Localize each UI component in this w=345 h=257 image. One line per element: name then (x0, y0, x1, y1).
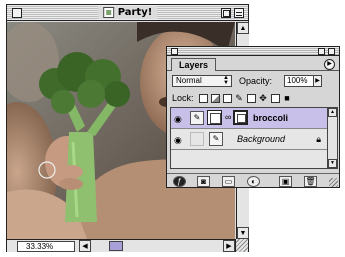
horizontal-scroll-thumb[interactable] (109, 241, 123, 251)
lock-options: Lock: ✎ ✥ ■ (172, 92, 292, 104)
document-horizontal-scrollbar[interactable]: ◀ ▶ (79, 240, 235, 253)
document-title-area: Party! (97, 6, 158, 19)
opacity-slider-arrow-icon[interactable]: ▶ (313, 75, 322, 87)
select-arrows-icon: ▲ ▼ (223, 75, 229, 86)
palette-close-icon[interactable] (171, 48, 178, 55)
document-proxy-icon[interactable] (102, 7, 114, 18)
padlock-icon: 🔒︎ (316, 134, 321, 144)
layer-thumbnail[interactable] (207, 110, 222, 125)
tab-layers[interactable]: Layers (171, 58, 217, 71)
lock-label: Lock: (172, 93, 194, 103)
zoom-level-field[interactable]: 33.33% (17, 241, 75, 252)
scroll-left-arrow-icon[interactable]: ◀ (79, 240, 91, 252)
opacity-label: Opacity: (239, 76, 273, 86)
paintbrush-icon[interactable]: ✎ (190, 111, 204, 125)
opacity-input[interactable]: 100% (284, 75, 314, 87)
document-titlebar[interactable]: Party! (7, 5, 248, 21)
trash-icon[interactable]: 🗑︎ (304, 176, 317, 187)
document-title: Party! (117, 7, 153, 18)
palette-zoom-icon[interactable] (318, 48, 325, 55)
paintbrush-icon: ✎ (209, 132, 223, 146)
scroll-down-arrow-icon[interactable]: ▼ (328, 159, 337, 168)
palette-collapse-icon[interactable] (328, 48, 335, 55)
layers-list[interactable]: ◉ ✎ ∞ broccoli ◉ ✎ Background 🔒︎ (170, 107, 328, 169)
blend-mode-value: Normal (176, 76, 202, 85)
document-status-bar: 33.33% ◀ ▶ (7, 239, 248, 252)
zoom-box-icon[interactable] (221, 8, 231, 18)
layer-name[interactable]: broccoli (253, 113, 288, 123)
lock-position-checkbox[interactable] (246, 93, 256, 103)
palette-titlebar[interactable] (167, 47, 339, 56)
eye-visibility-icon[interactable]: ◉ (174, 114, 182, 125)
scroll-down-arrow-icon[interactable]: ▼ (237, 227, 249, 239)
lock-transparency-checkbox[interactable] (198, 93, 208, 103)
layer-mask-thumbnail[interactable] (233, 110, 248, 125)
lock-transparency-icon (210, 93, 220, 103)
layers-palette: Layers ▶ Normal ▲ ▼ Opacity: 100% ▶ Lock:… (166, 46, 340, 188)
palette-tab-row: Layers ▶ (167, 56, 339, 71)
empty-link-slot[interactable] (190, 132, 204, 146)
resize-grip-icon[interactable] (235, 239, 248, 252)
padlock-icon: ■ (284, 92, 290, 103)
new-layer-icon[interactable]: ▣ (279, 176, 292, 187)
eye-visibility-icon[interactable]: ◉ (174, 135, 182, 146)
palette-menu-arrow-icon[interactable]: ▶ (324, 59, 335, 70)
close-box-icon[interactable] (12, 8, 22, 18)
palette-resize-grip-icon[interactable] (329, 178, 338, 187)
layers-scrollbar[interactable]: ▲ ▼ (328, 107, 338, 169)
lock-all-checkbox[interactable] (270, 93, 280, 103)
new-set-folder-icon[interactable]: ▭ (222, 176, 235, 187)
layer-style-icon[interactable]: ƒ (173, 176, 186, 187)
link-chain-icon[interactable]: ∞ (225, 112, 231, 122)
layer-row-broccoli[interactable]: ◉ ✎ ∞ broccoli (171, 108, 327, 129)
lock-image-checkbox[interactable] (222, 93, 232, 103)
add-mask-icon[interactable]: ◙ (197, 176, 210, 187)
scroll-right-arrow-icon[interactable]: ▶ (223, 240, 235, 252)
scroll-up-arrow-icon[interactable]: ▲ (237, 22, 249, 34)
blend-mode-select[interactable]: Normal ▲ ▼ (172, 75, 232, 87)
move-arrows-icon: ✥ (259, 92, 267, 103)
adjustment-layer-icon[interactable]: ◐ (247, 176, 260, 187)
palette-footer: ƒ ◙ ▭ ◐ ▣ 🗑︎ (167, 173, 339, 188)
brush-lock-icon: ✎ (235, 92, 243, 103)
layer-name[interactable]: Background (237, 134, 285, 144)
scroll-up-arrow-icon[interactable]: ▲ (328, 108, 337, 117)
collapse-box-icon[interactable] (234, 8, 244, 18)
layer-row-background[interactable]: ◉ ✎ Background 🔒︎ (171, 129, 327, 150)
